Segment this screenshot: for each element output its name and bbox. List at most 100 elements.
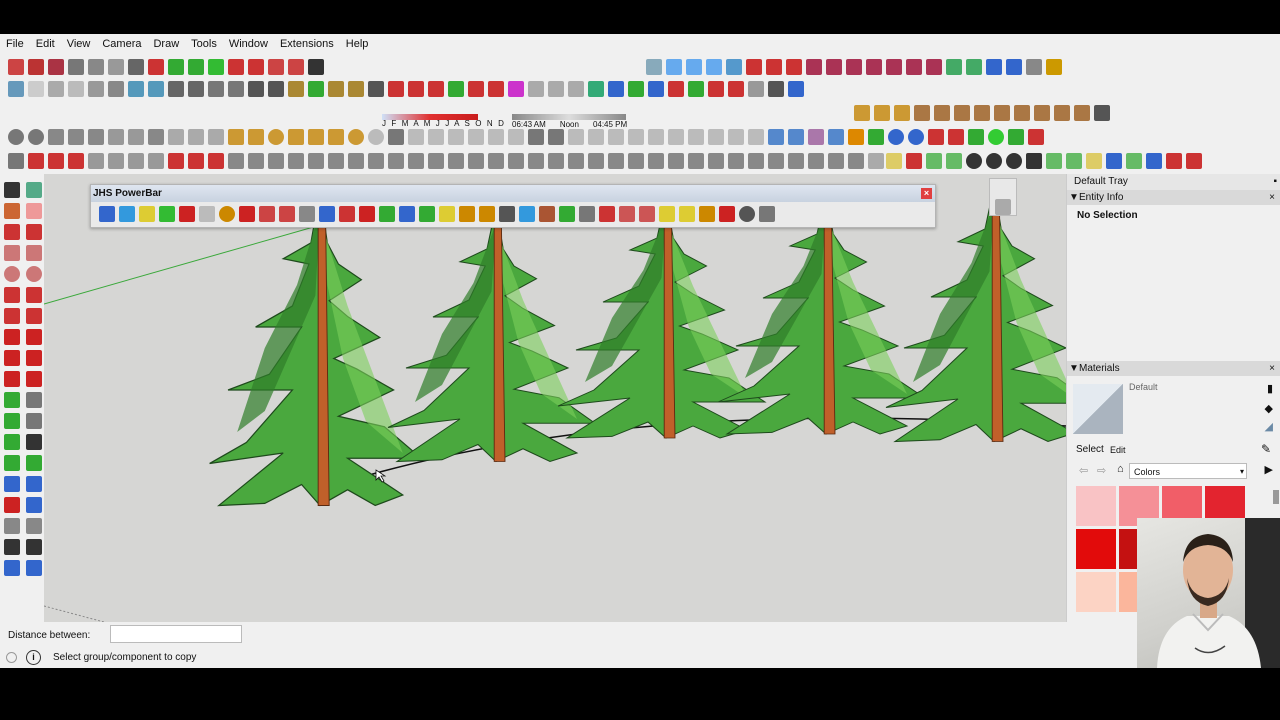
- tool-icon[interactable]: [588, 153, 604, 169]
- tool-icon[interactable]: [1034, 105, 1050, 121]
- tool-icon[interactable]: [948, 129, 964, 145]
- move-icon[interactable]: [4, 329, 20, 345]
- tool-icon[interactable]: [448, 129, 464, 145]
- tool-icon[interactable]: [348, 129, 364, 145]
- tool-icon[interactable]: [648, 153, 664, 169]
- tool-icon[interactable]: [748, 153, 764, 169]
- tool-icon[interactable]: [1006, 153, 1022, 169]
- pie-icon[interactable]: [26, 308, 42, 324]
- tool-icon[interactable]: [966, 153, 982, 169]
- tool-icon[interactable]: [894, 105, 910, 121]
- tool-icon[interactable]: [828, 153, 844, 169]
- arc-icon[interactable]: [4, 287, 20, 303]
- tab-edit[interactable]: Edit: [1107, 445, 1129, 455]
- tool-icon[interactable]: [448, 81, 464, 97]
- push-pull-icon[interactable]: [26, 329, 42, 345]
- tool-icon[interactable]: [228, 153, 244, 169]
- tool-icon[interactable]: [848, 129, 864, 145]
- tool-icon[interactable]: [1026, 153, 1042, 169]
- tool-icon[interactable]: [488, 81, 504, 97]
- tool-icon[interactable]: [1026, 59, 1042, 75]
- tool-icon[interactable]: [439, 206, 455, 222]
- tool-icon[interactable]: [954, 105, 970, 121]
- menu-file[interactable]: File: [0, 38, 30, 50]
- tool-icon[interactable]: [128, 59, 144, 75]
- tool-icon[interactable]: [399, 206, 415, 222]
- tool-icon[interactable]: [1008, 129, 1024, 145]
- tool-icon[interactable]: [639, 206, 655, 222]
- tool-icon[interactable]: [986, 59, 1002, 75]
- tool-icon[interactable]: [248, 153, 264, 169]
- tool-icon[interactable]: [268, 129, 284, 145]
- tool-icon[interactable]: [968, 129, 984, 145]
- tool-icon[interactable]: [519, 206, 535, 222]
- tool-icon[interactable]: [628, 81, 644, 97]
- orbit-icon[interactable]: [4, 455, 20, 471]
- tool-icon[interactable]: [1126, 153, 1142, 169]
- tool-icon[interactable]: [788, 153, 804, 169]
- tool-icon[interactable]: [1086, 153, 1102, 169]
- paint-bucket-icon[interactable]: ◆: [1265, 402, 1273, 415]
- color-swatch[interactable]: [1076, 572, 1116, 612]
- paint-bucket-icon[interactable]: [4, 203, 20, 219]
- pencil-icon[interactable]: [4, 224, 20, 240]
- tool-icon[interactable]: [728, 153, 744, 169]
- tool-icon[interactable]: [488, 153, 504, 169]
- tool-icon[interactable]: [608, 153, 624, 169]
- tool-icon[interactable]: [588, 81, 604, 97]
- tool-icon[interactable]: [788, 81, 804, 97]
- details-icon[interactable]: ▶: [1265, 463, 1273, 476]
- tool-icon[interactable]: [419, 206, 435, 222]
- tool-icon[interactable]: [659, 206, 675, 222]
- tool-icon[interactable]: [508, 81, 524, 97]
- walk-icon[interactable]: [4, 539, 20, 555]
- tool-icon[interactable]: [1094, 105, 1110, 121]
- forward-icon[interactable]: ⇨: [1097, 464, 1106, 477]
- text-icon[interactable]: [26, 413, 42, 429]
- tool-icon[interactable]: [488, 129, 504, 145]
- component-icon[interactable]: [26, 182, 42, 198]
- tree-model[interactable]: [557, 197, 766, 439]
- tool-icon[interactable]: [248, 129, 264, 145]
- tool-icon[interactable]: [68, 153, 84, 169]
- tool-icon[interactable]: [1166, 153, 1182, 169]
- tool-icon[interactable]: [139, 206, 155, 222]
- tool-icon[interactable]: [1046, 153, 1062, 169]
- follow-me-icon[interactable]: [26, 350, 42, 366]
- dimension-icon[interactable]: [26, 392, 42, 408]
- tool-icon[interactable]: [188, 59, 204, 75]
- tool-icon[interactable]: [619, 206, 635, 222]
- tool-icon[interactable]: [288, 59, 304, 75]
- tool-icon[interactable]: [946, 153, 962, 169]
- tool-icon[interactable]: [88, 153, 104, 169]
- tool-icon[interactable]: [148, 153, 164, 169]
- tool-icon[interactable]: [788, 129, 804, 145]
- create-material-icon[interactable]: ▮: [1267, 382, 1273, 395]
- tool-icon[interactable]: [368, 153, 384, 169]
- tool-icon[interactable]: [988, 129, 1004, 145]
- tool-icon[interactable]: [248, 59, 264, 75]
- tool-icon[interactable]: [559, 206, 575, 222]
- zoom-icon[interactable]: [4, 476, 20, 492]
- tool-icon[interactable]: [568, 81, 584, 97]
- 3d-text-icon[interactable]: [26, 434, 42, 450]
- tree-model[interactable]: [717, 193, 926, 435]
- tool-icon[interactable]: [608, 81, 624, 97]
- tool-icon[interactable]: [708, 153, 724, 169]
- tool-icon[interactable]: [1146, 153, 1162, 169]
- tool-icon[interactable]: [568, 129, 584, 145]
- tool-icon[interactable]: [908, 129, 924, 145]
- tool-icon[interactable]: [548, 153, 564, 169]
- tool-icon[interactable]: [4, 560, 20, 576]
- tool-icon[interactable]: [946, 59, 962, 75]
- tool-icon[interactable]: [408, 129, 424, 145]
- tool-icon[interactable]: [808, 129, 824, 145]
- tool-icon[interactable]: [128, 129, 144, 145]
- tool-icon[interactable]: [708, 81, 724, 97]
- tool-icon[interactable]: [628, 129, 644, 145]
- tool-icon[interactable]: [68, 81, 84, 97]
- eraser-icon[interactable]: [26, 203, 42, 219]
- tool-icon[interactable]: [648, 129, 664, 145]
- menu-extensions[interactable]: Extensions: [274, 38, 340, 50]
- menu-draw[interactable]: Draw: [147, 38, 185, 50]
